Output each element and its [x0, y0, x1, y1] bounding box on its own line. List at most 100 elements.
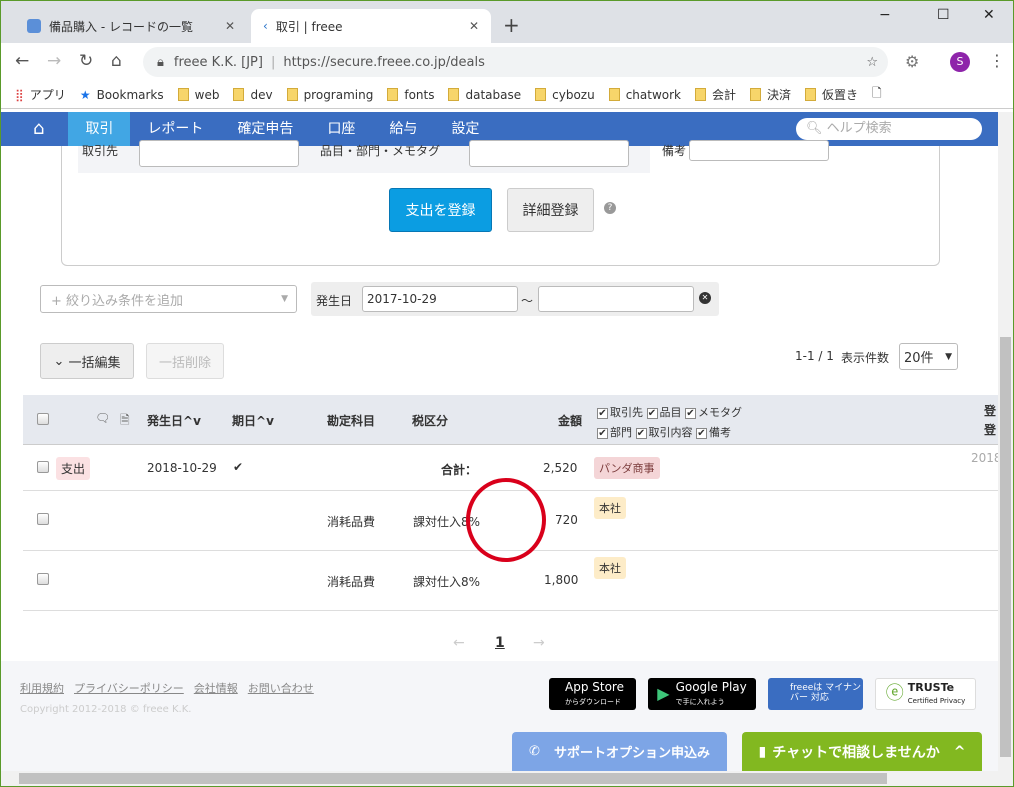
folder-icon	[695, 88, 706, 101]
date-from-input[interactable]: 2017-10-29	[362, 286, 518, 312]
account: 消耗品費	[327, 575, 376, 589]
back-icon[interactable]: ←	[15, 51, 29, 71]
account: 消耗品費	[327, 515, 376, 529]
department-tag: 本社	[594, 497, 626, 519]
extension-gear-icon[interactable]: ⚙	[905, 52, 919, 71]
star-icon[interactable]: ☆	[866, 55, 878, 70]
per-page-select[interactable]: 20件 ▼	[899, 343, 958, 370]
toggle-memo-tag[interactable]: ✔ メモタグ	[685, 406, 742, 419]
toggle-partner[interactable]: ✔ 取引先	[597, 406, 643, 419]
bulk-edit-button[interactable]: ⌄ 一括編集	[40, 343, 134, 379]
tab-freee[interactable]: ‹ 取引 | freee ✕	[251, 9, 491, 43]
bookmark-apps[interactable]: ⣿ アプリ	[15, 86, 66, 103]
chat-button[interactable]: ▮ チャットで相談しませんか ^	[742, 732, 982, 771]
toolbar: ← → ↻ ⌂ 🔒︎ freee K.K. [JP] | https://secure…	[1, 43, 1013, 81]
annotation-circle	[466, 478, 546, 562]
folder-icon	[750, 88, 762, 101]
amount: 1,800	[544, 573, 579, 587]
folder-icon	[448, 88, 460, 101]
toggle-note[interactable]: ✔ 備考	[696, 426, 731, 439]
help-search-input[interactable]: 🔍︎ ヘルプ検索	[796, 118, 982, 140]
app-store-badge[interactable]: App Store からダウンロード	[549, 678, 636, 710]
row-checkbox[interactable]	[37, 573, 49, 585]
detail-register-button[interactable]: 詳細登録	[507, 188, 594, 232]
nav-deals[interactable]: 取引	[68, 112, 131, 146]
row-checkbox[interactable]	[37, 513, 49, 525]
bookmark-folder[interactable]: 会計	[695, 86, 736, 103]
bookmark-bookmarks[interactable]: ★ Bookmarks	[80, 88, 164, 102]
bulk-delete-button[interactable]: 一括削除	[146, 343, 224, 379]
nav-payroll[interactable]: 給与	[372, 112, 434, 146]
toggle-department[interactable]: ✔ 部門	[597, 426, 632, 439]
item-input[interactable]	[469, 140, 629, 167]
item-label: 品目・部門・メモタグ	[320, 144, 441, 158]
note-input[interactable]	[689, 140, 829, 161]
nav-accounts[interactable]: 口座	[310, 112, 372, 146]
freee-logo-icon: ‹	[263, 19, 268, 33]
mynumber-badge[interactable]: freeeは マイナンバー 対応	[768, 678, 863, 710]
vertical-scrollbar[interactable]	[998, 112, 1013, 771]
address-bar[interactable]: 🔒︎ freee K.K. [JP] | https://secure.freee.c…	[143, 47, 888, 77]
note-label: 備考	[662, 144, 687, 158]
play-icon: ▶	[657, 684, 670, 704]
bookmark-folder[interactable]: chatwork	[608, 88, 681, 102]
support-option-button[interactable]: ✆ サポートオプション申込み	[512, 732, 727, 771]
horizontal-scrollbar[interactable]	[1, 771, 1013, 786]
partner-label: 取引先	[82, 144, 119, 158]
add-filter-select[interactable]: + 絞り込み条件を追加 ▼	[40, 285, 297, 313]
bookmark-folder[interactable]: 決済	[750, 86, 791, 103]
folder-icon	[535, 88, 547, 101]
toggle-item[interactable]: ✔ 品目	[646, 406, 682, 419]
minimize-button[interactable]: −	[879, 7, 891, 23]
date-to-input[interactable]	[538, 286, 694, 312]
toggle-description[interactable]: ✔ 取引内容	[635, 426, 693, 439]
amount: 720	[555, 513, 578, 527]
terms-link[interactable]: 利用規約	[20, 682, 64, 695]
page-1-link[interactable]: 1	[495, 635, 505, 651]
tab-kintone[interactable]: 備品購入 - レコードの一覧 ✕	[15, 9, 247, 43]
check-icon: ✔	[233, 460, 244, 474]
date-filter-label: 発生日	[316, 294, 353, 308]
home-icon[interactable]: ⌂	[111, 51, 122, 71]
folder-icon	[177, 88, 189, 101]
tilde: 〜	[521, 294, 534, 308]
prev-page-button[interactable]: ←	[453, 635, 465, 651]
total-amount: 2,520	[543, 461, 578, 475]
company-link[interactable]: 会社情報	[194, 682, 238, 695]
document-icon[interactable]: 🗋	[872, 84, 882, 105]
new-tab-button[interactable]: +	[503, 13, 520, 37]
google-play-badge[interactable]: ▶ Google Play で手に入れよう	[648, 678, 756, 710]
row-checkbox[interactable]	[37, 461, 49, 473]
bookmark-folder[interactable]: web	[177, 88, 219, 102]
bookmark-folder[interactable]: cybozu	[535, 88, 595, 102]
help-icon[interactable]: ?	[604, 202, 616, 214]
header-account: 勘定科目	[327, 414, 376, 428]
clear-icon[interactable]: ✕	[699, 292, 711, 304]
bookmark-folder[interactable]: dev	[233, 88, 273, 102]
bookmark-folder[interactable]: database	[448, 88, 521, 102]
bookmark-folder[interactable]: 仮置き	[805, 86, 858, 103]
bookmark-folder[interactable]: fonts	[387, 88, 434, 102]
close-window-button[interactable]: ✕	[983, 7, 995, 23]
register-expense-button[interactable]: 支出を登録	[389, 188, 492, 232]
maximize-button[interactable]: ☐	[937, 7, 950, 23]
header-date[interactable]: 発生日^v	[147, 412, 201, 429]
close-icon[interactable]: ✕	[469, 19, 479, 33]
bookmark-folder[interactable]: programing	[286, 88, 373, 102]
reload-icon[interactable]: ↻	[79, 51, 93, 71]
chevron-down-icon: ⌄	[53, 353, 69, 369]
select-all-checkbox[interactable]	[37, 413, 49, 425]
partner-input[interactable]	[139, 140, 299, 167]
menu-icon[interactable]: ⋮	[989, 51, 1005, 70]
avatar[interactable]: S	[950, 52, 970, 72]
home-icon[interactable]: ⌂	[1, 112, 68, 146]
next-page-button[interactable]: →	[533, 635, 545, 651]
truste-badge[interactable]: ⓔ TRUSTe Certified Privacy	[875, 678, 976, 710]
divider	[23, 610, 998, 611]
privacy-link[interactable]: プライバシーポリシー	[74, 682, 184, 695]
forward-icon[interactable]: →	[47, 51, 61, 71]
header-due[interactable]: 期日^v	[232, 412, 274, 429]
list-icon	[27, 19, 41, 33]
contact-link[interactable]: お問い合わせ	[248, 682, 314, 695]
close-icon[interactable]: ✕	[225, 19, 235, 33]
